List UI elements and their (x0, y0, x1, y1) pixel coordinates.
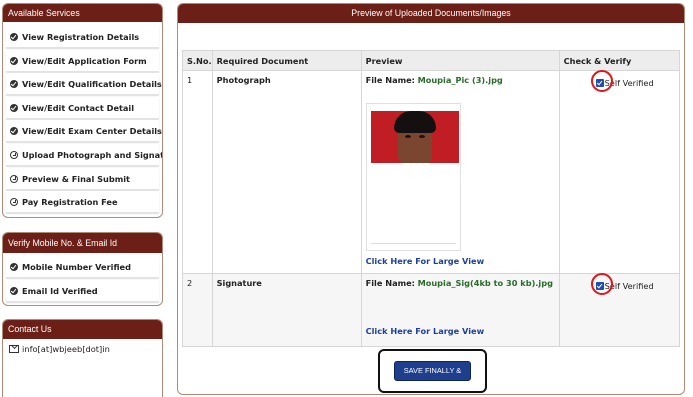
verify-menu: Mobile Number Verified Email Id Verified (3, 253, 162, 305)
menu-preview-final-submit[interactable]: Preview & Final Submit (6, 167, 159, 190)
save-button-highlight-frame: SAVE FINALLY & NEXT (378, 349, 487, 393)
column-header-preview: Preview (360, 50, 560, 71)
envelope-icon (9, 345, 19, 353)
menu-item-label: Preview & Final Submit (22, 173, 130, 184)
check-circle-solid-icon (10, 56, 18, 65)
menu-upload-photograph-signature[interactable]: Upload Photograph and Signature (6, 143, 162, 166)
photo-hair-shape (393, 111, 436, 133)
menu-item-label: Upload Photograph and Signature (22, 149, 162, 160)
menu-view-edit-application-form[interactable]: View/Edit Application Form (6, 49, 159, 72)
menu-view-edit-qualification-details[interactable]: View/Edit Qualification Details (6, 73, 162, 96)
available-services-title: Available Services (3, 4, 162, 22)
contact-email-row: info[at]wbjeeb[dot]in (3, 339, 162, 359)
row-check-verify: Self Verified (558, 273, 681, 347)
save-finally-next-button[interactable]: SAVE FINALLY & NEXT (394, 361, 471, 393)
verify-panel-title: Verify Mobile No. & Email Id (3, 233, 162, 253)
check-circle-solid-icon (10, 263, 18, 271)
column-header-sno: S.No. (182, 50, 213, 71)
self-verified-checkbox-signature[interactable] (595, 282, 604, 290)
menu-item-label: Pay Registration Fee (22, 197, 118, 208)
row-sno: 1 (182, 70, 213, 274)
photo-preview (365, 103, 461, 251)
menu-item-label: Mobile Number Verified (22, 262, 131, 272)
menu-view-edit-contact-detail[interactable]: View/Edit Contact Detail (6, 96, 159, 119)
table-row-photograph: 1 Photograph File Name: Moupia_Pic (3).j… (182, 70, 681, 274)
documents-table: S.No. Required Document Preview Check & … (182, 50, 681, 347)
menu-view-edit-exam-center-details[interactable]: View/Edit Exam Center Details (6, 120, 162, 143)
file-name-value: Moupia_Sig(4kb to 30 kb).jpg (417, 278, 553, 288)
contact-panel-title: Contact Us (3, 320, 162, 339)
check-circle-outline-icon (10, 174, 18, 183)
photo-thumbnail-image (370, 111, 459, 163)
file-name-value: Moupia_Pic (3).jpg (417, 75, 503, 85)
email-verified-item: Email Id Verified (6, 279, 159, 302)
large-view-link-signature[interactable]: Click Here For Large View (366, 326, 555, 336)
file-name-label: File Name: (365, 278, 415, 288)
file-name-line: File Name: Moupia_Pic (3).jpg (366, 75, 555, 85)
mobile-verified-item: Mobile Number Verified (6, 256, 159, 278)
row-sno: 2 (182, 273, 213, 347)
table-row-signature: 2 Signature File Name: Moupia_Sig(4kb to… (182, 273, 681, 347)
services-menu: View Registration Details View/Edit Appl… (3, 22, 162, 217)
contact-email: info[at]wbjeeb[dot]in (22, 344, 110, 354)
check-circle-solid-icon (10, 127, 18, 136)
row-document: Signature (211, 273, 362, 347)
self-verified-checkbox-photograph[interactable] (595, 79, 604, 87)
available-services-panel: Available Services View Registration Det… (2, 3, 163, 218)
contact-panel: Contact Us info[at]wbjeeb[dot]in (2, 319, 163, 397)
row-document: Photograph (211, 70, 362, 274)
preview-documents-panel: Preview of Uploaded Documents/Images S.N… (177, 3, 685, 395)
menu-item-label: View/Edit Contact Detail (22, 102, 135, 113)
verify-panel: Verify Mobile No. & Email Id Mobile Numb… (2, 232, 163, 306)
menu-item-label: View Registration Details (22, 32, 140, 42)
large-view-link-photograph[interactable]: Click Here For Large View (366, 256, 555, 266)
photo-eye-left (404, 135, 411, 138)
column-header-required-document: Required Document (211, 50, 362, 71)
row-preview: File Name: Moupia_Sig(4kb to 30 kb).jpg … (360, 273, 560, 347)
check-circle-solid-icon (10, 103, 18, 112)
menu-item-label: View/Edit Qualification Details (22, 79, 162, 90)
table-header-row: S.No. Required Document Preview Check & … (182, 50, 681, 71)
check-circle-solid-icon (10, 286, 18, 295)
check-circle-outline-icon (10, 198, 18, 207)
row-preview: File Name: Moupia_Pic (3).jpg Click Here… (360, 70, 560, 274)
check-circle-solid-icon (10, 80, 18, 89)
file-name-label: File Name: (365, 75, 415, 85)
menu-item-label: Email Id Verified (22, 285, 98, 296)
menu-item-label: View/Edit Exam Center Details (22, 126, 162, 137)
menu-item-label: View/Edit Application Form (22, 55, 147, 66)
menu-pay-registration-fee[interactable]: Pay Registration Fee (6, 191, 159, 214)
file-name-line: File Name: Moupia_Sig(4kb to 30 kb).jpg (366, 278, 555, 288)
check-circle-outline-icon (10, 150, 18, 159)
photo-divider (370, 243, 456, 244)
preview-panel-title: Preview of Uploaded Documents/Images (178, 4, 684, 23)
menu-view-registration-details[interactable]: View Registration Details (6, 26, 159, 48)
row-check-verify: Self Verified (558, 70, 681, 274)
check-circle-solid-icon (10, 33, 18, 41)
column-header-check-verify: Check & Verify (558, 50, 681, 71)
photo-eye-right (418, 135, 425, 138)
